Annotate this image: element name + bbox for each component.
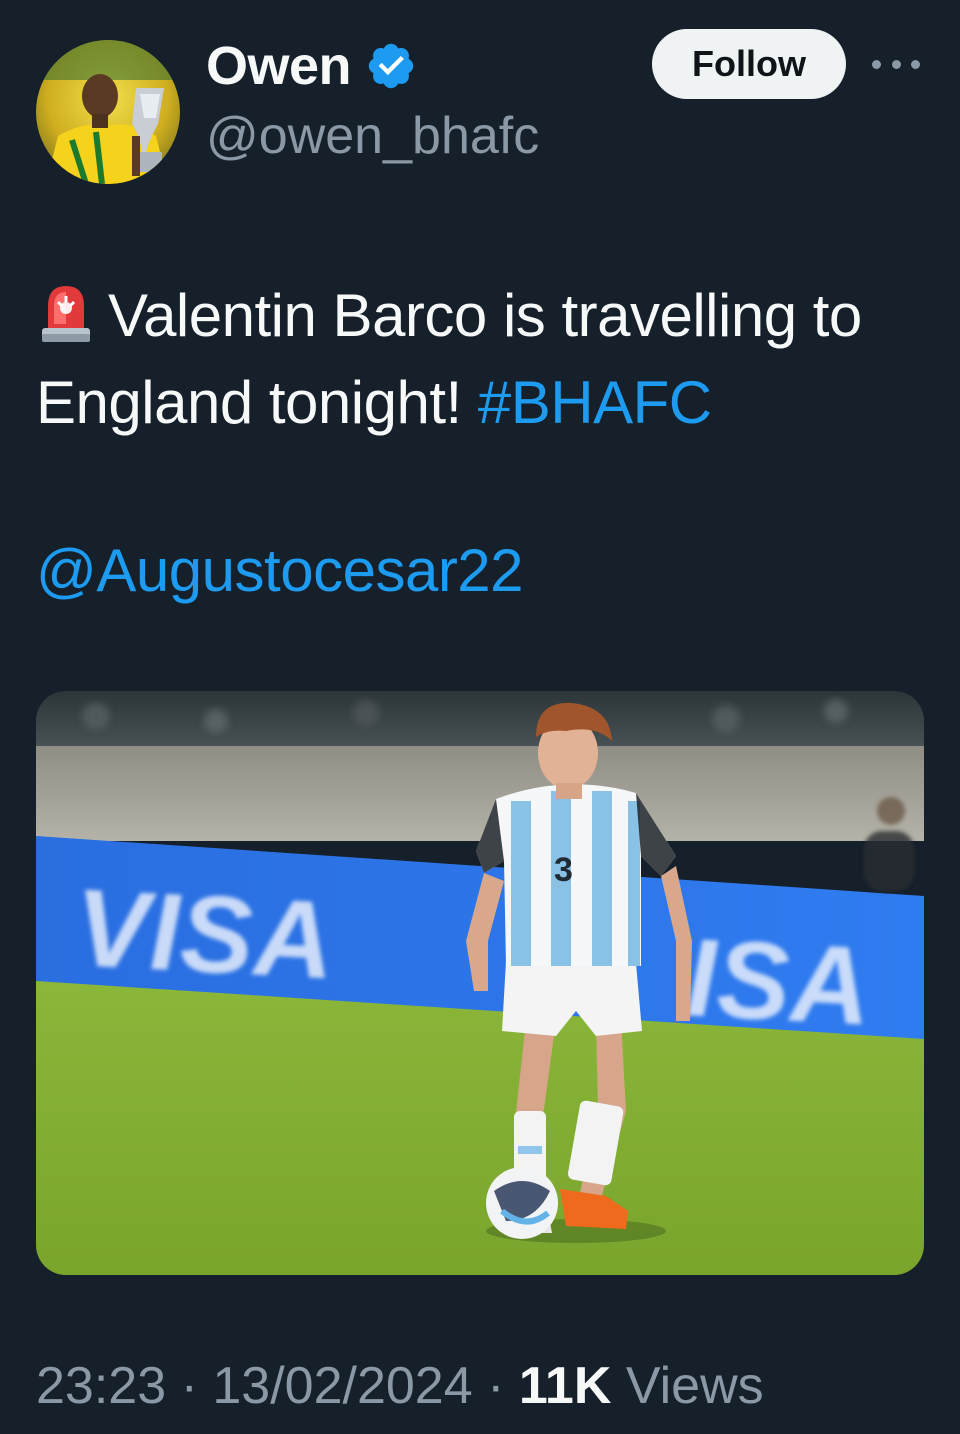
hashtag-link[interactable]: #BHAFC bbox=[478, 369, 712, 436]
verified-badge-icon bbox=[368, 43, 414, 89]
ad-board-text-left: VISA bbox=[76, 866, 333, 1002]
author-avatar[interactable] bbox=[36, 40, 180, 184]
more-dot bbox=[872, 59, 881, 69]
more-dot bbox=[911, 59, 920, 69]
views-count: 11K bbox=[518, 1357, 612, 1415]
meta-separator: · bbox=[180, 1357, 198, 1415]
tweet-date[interactable]: 13/02/2024 bbox=[212, 1357, 472, 1415]
more-dots-icon[interactable] bbox=[872, 54, 920, 74]
tweet-text: Valentin Barco is travelling to England … bbox=[36, 272, 926, 446]
shirt-number: 3 bbox=[554, 851, 573, 889]
meta-separator: · bbox=[487, 1357, 505, 1415]
author-display-name[interactable]: Owen bbox=[206, 35, 352, 97]
tweet-meta: 23:23 · 13/02/2024 · 11K Views bbox=[36, 1356, 764, 1416]
follow-button[interactable]: Follow bbox=[652, 29, 846, 99]
tweet-time[interactable]: 23:23 bbox=[36, 1357, 166, 1415]
author-name-row[interactable]: Owen bbox=[206, 36, 417, 96]
tweet-media-photo[interactable]: VISA ISA 3 bbox=[36, 691, 924, 1275]
more-dot bbox=[891, 59, 901, 69]
siren-icon bbox=[42, 286, 90, 342]
mention-link[interactable]: @Augustocesar22 bbox=[36, 536, 524, 605]
author-handle[interactable]: @owen_bhafc bbox=[206, 106, 539, 166]
tweet-body-text: Valentin Barco is travelling to England … bbox=[36, 282, 862, 436]
views-label: Views bbox=[625, 1357, 764, 1415]
